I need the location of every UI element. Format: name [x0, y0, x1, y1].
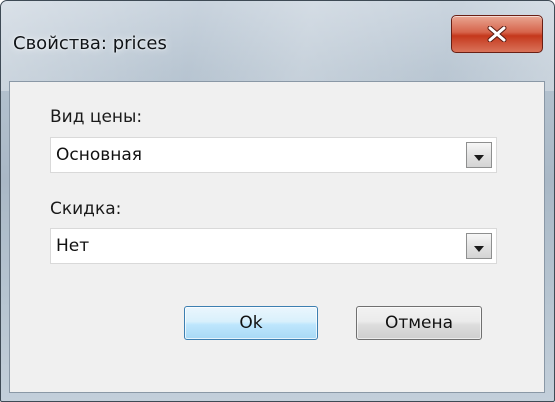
cancel-button[interactable]: Отмена	[356, 306, 482, 340]
dialog-window: Свойства: prices Вид цены: Основная Скид…	[0, 0, 555, 402]
chevron-down-icon	[474, 246, 484, 252]
price-type-value: Основная	[56, 145, 143, 165]
close-button[interactable]	[451, 15, 543, 53]
window-title: Свойства: prices	[13, 33, 167, 54]
discount-select[interactable]: Нет	[50, 228, 497, 264]
close-icon	[487, 26, 507, 42]
price-type-dropdown-button[interactable]	[466, 142, 492, 168]
title-bar[interactable]: Свойства: prices	[1, 1, 554, 81]
dialog-body: Вид цены: Основная Скидка: Нет Ok Отмена	[9, 81, 545, 393]
ok-button[interactable]: Ok	[184, 306, 318, 340]
discount-value: Нет	[56, 236, 90, 256]
chevron-down-icon	[474, 155, 484, 161]
price-type-select[interactable]: Основная	[50, 137, 497, 173]
discount-label: Скидка:	[50, 199, 122, 219]
price-type-label: Вид цены:	[50, 107, 143, 127]
discount-dropdown-button[interactable]	[466, 233, 492, 259]
